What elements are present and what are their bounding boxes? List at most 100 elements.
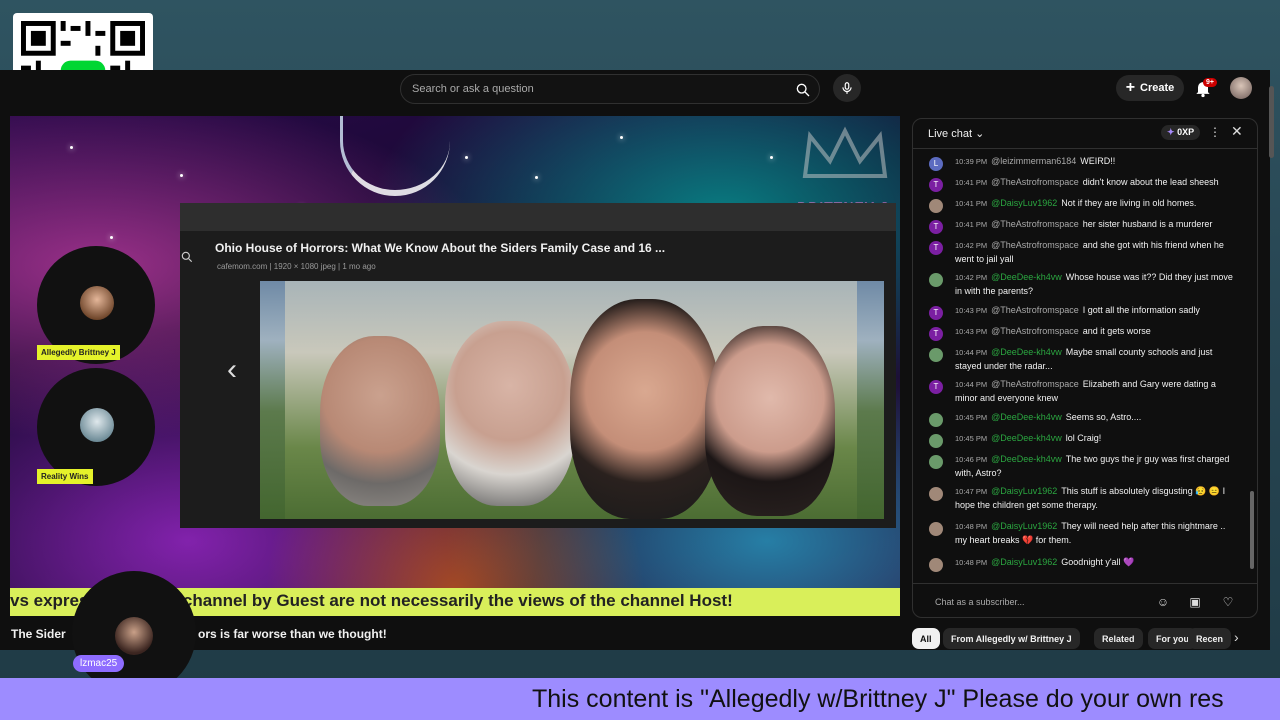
- more-options-icon[interactable]: ⋮: [1209, 125, 1221, 139]
- chat-avatar[interactable]: T: [929, 241, 943, 255]
- chat-text: her sister husband is a murderer: [1082, 219, 1213, 229]
- chevron-down-icon: ⌄: [975, 128, 985, 140]
- heart-icon[interactable]: ♡: [1220, 594, 1236, 610]
- guest-avatar: [80, 286, 114, 320]
- chat-timestamp: 10:47 PM: [955, 487, 988, 496]
- chat-avatar[interactable]: [929, 487, 943, 501]
- chat-message: T 10:42 PM @TheAstrofromspace and she got w…: [929, 239, 1239, 266]
- mugshot-person-4: [705, 326, 835, 516]
- chat-author[interactable]: @DeeDee-kh4vw: [991, 412, 1062, 422]
- chat-timestamp: 10:43 PM: [955, 327, 988, 336]
- chat-message: T 10:43 PM @TheAstrofromspace and it gets w…: [929, 325, 1239, 341]
- voice-search-button[interactable]: [833, 74, 861, 102]
- chat-author[interactable]: @DaisyLuv1962: [991, 486, 1057, 496]
- chat-avatar[interactable]: [929, 348, 943, 362]
- chat-message: 10:45 PM @DeeDee-kh4vw Seems so, Astro....: [929, 411, 1239, 427]
- plus-icon: +: [1125, 79, 1136, 96]
- chat-input-bar: Chat as a subscriber... ☺ ▣ ♡: [913, 583, 1257, 617]
- microphone-icon: [842, 82, 852, 94]
- video-title-continued: ors is far worse than we thought!: [198, 627, 387, 641]
- moon-graphic: [340, 116, 450, 196]
- chat-avatar[interactable]: [929, 413, 943, 427]
- chat-timestamp: 10:46 PM: [955, 455, 988, 464]
- chip-from-channel[interactable]: From Allegedly w/ Brittney J: [943, 628, 1080, 649]
- chat-author[interactable]: @leizimmerman6184: [991, 156, 1076, 166]
- search-box[interactable]: Search or ask a question: [400, 74, 820, 104]
- chat-timestamp: 10:41 PM: [955, 199, 988, 208]
- chat-avatar[interactable]: [929, 273, 943, 287]
- chat-avatar[interactable]: T: [929, 327, 943, 341]
- chat-message: 10:47 PM @DaisyLuv1962 This stuff is absol…: [929, 485, 1239, 512]
- chip-related[interactable]: Related: [1094, 628, 1143, 649]
- chat-author[interactable]: @DeeDee-kh4vw: [991, 347, 1062, 357]
- chat-author[interactable]: @TheAstrofromspace: [991, 240, 1079, 250]
- chat-avatar[interactable]: T: [929, 380, 943, 394]
- article-title: Ohio House of Horrors: What We Know Abou…: [215, 241, 666, 255]
- live-chat-panel: Live chat ⌄ ✦ 0XP ⋮ ✕ L 10:39 PM @leizimme…: [912, 118, 1258, 618]
- account-avatar[interactable]: [1230, 77, 1252, 99]
- chat-message: T 10:44 PM @TheAstrofromspace Elizabeth and…: [929, 378, 1239, 405]
- chip-recent[interactable]: Recen: [1188, 628, 1232, 649]
- chat-timestamp: 10:45 PM: [955, 413, 988, 422]
- chat-message: 10:44 PM @DeeDee-kh4vw Maybe small county …: [929, 346, 1239, 373]
- chat-timestamp: 10:44 PM: [955, 380, 988, 389]
- page-scrollbar[interactable]: [1269, 86, 1274, 158]
- guest-label: Reality Wins: [37, 469, 93, 484]
- banner-text: This content is "Allegedly w/Brittney J"…: [532, 685, 1224, 713]
- chat-message: 10:42 PM @DeeDee-kh4vw Whose house was it?…: [929, 271, 1239, 298]
- chat-avatar[interactable]: [929, 455, 943, 469]
- close-icon[interactable]: ✕: [1231, 123, 1243, 140]
- chat-author[interactable]: @TheAstrofromspace: [991, 177, 1079, 187]
- chevron-left-icon: ‹: [227, 353, 237, 386]
- chat-author[interactable]: @TheAstrofromspace: [991, 379, 1079, 389]
- chat-timestamp: 10:45 PM: [955, 434, 988, 443]
- chip-all[interactable]: All: [912, 628, 940, 649]
- chat-avatar[interactable]: T: [929, 306, 943, 320]
- chat-mode-dropdown[interactable]: Live chat ⌄: [928, 127, 984, 140]
- chat-author[interactable]: @DaisyLuv1962: [991, 557, 1057, 567]
- youtube-window: Search or ask a question + Create 9+ BRI…: [0, 70, 1274, 650]
- chat-avatar[interactable]: [929, 558, 943, 572]
- chat-timestamp: 10:44 PM: [955, 348, 988, 357]
- search-input[interactable]: Search or ask a question: [412, 83, 534, 95]
- chat-author[interactable]: @DeeDee-kh4vw: [991, 454, 1062, 464]
- image-preview-panel: Ohio House of Horrors: What We Know Abou…: [180, 203, 896, 528]
- chat-avatar[interactable]: T: [929, 178, 943, 192]
- chat-avatar[interactable]: [929, 199, 943, 213]
- chat-avatar[interactable]: L: [929, 157, 943, 171]
- chat-author[interactable]: @TheAstrofromspace: [991, 219, 1079, 229]
- top-bar: Search or ask a question + Create 9+: [0, 70, 1270, 110]
- chat-input[interactable]: Chat as a subscriber...: [935, 597, 1025, 607]
- chat-message: 10:45 PM @DeeDee-kh4vw lol Craig!: [929, 432, 1239, 448]
- chat-timestamp: 10:41 PM: [955, 220, 988, 229]
- emoji-icon[interactable]: ☺: [1155, 594, 1171, 610]
- chat-author[interactable]: @TheAstrofromspace: [991, 305, 1079, 315]
- chat-avatar[interactable]: [929, 522, 943, 536]
- chat-avatar[interactable]: T: [929, 220, 943, 234]
- chat-avatar[interactable]: [929, 434, 943, 448]
- chat-scrollbar[interactable]: [1250, 491, 1254, 569]
- xp-badge[interactable]: ✦ 0XP: [1161, 125, 1201, 140]
- super-chat-icon[interactable]: ▣: [1187, 594, 1203, 610]
- search-button[interactable]: [789, 77, 817, 102]
- chat-author[interactable]: @DaisyLuv1962: [991, 198, 1057, 208]
- chat-timestamp: 10:41 PM: [955, 178, 988, 187]
- mugshot-person-2: [445, 321, 575, 506]
- chat-author[interactable]: @DeeDee-kh4vw: [991, 433, 1062, 443]
- guest-label: Allegedly Brittney J: [37, 345, 120, 360]
- chat-author[interactable]: @DeeDee-kh4vw: [991, 272, 1062, 282]
- chat-timestamp: 10:42 PM: [955, 273, 988, 282]
- search-icon: [796, 83, 810, 96]
- chat-timestamp: 10:39 PM: [955, 157, 988, 166]
- host-label: lzmac25: [73, 655, 125, 672]
- chat-message: L 10:39 PM @leizimmerman6184 WEIRD!!: [929, 155, 1239, 171]
- chat-text: and it gets worse: [1082, 326, 1151, 336]
- chevron-right-icon[interactable]: ›: [1234, 629, 1239, 645]
- chat-author[interactable]: @TheAstrofromspace: [991, 326, 1079, 336]
- chat-messages: L 10:39 PM @leizimmerman6184 WEIRD!! T 10:41 …: [913, 155, 1257, 575]
- chat-timestamp: 10:43 PM: [955, 306, 988, 315]
- chat-text: Not if they are living in old homes.: [1061, 198, 1197, 208]
- create-button[interactable]: + Create: [1116, 75, 1184, 101]
- chat-author[interactable]: @DaisyLuv1962: [991, 521, 1057, 531]
- video-player[interactable]: BRITTNEY J Ohio House of Horrors: What W…: [10, 116, 900, 616]
